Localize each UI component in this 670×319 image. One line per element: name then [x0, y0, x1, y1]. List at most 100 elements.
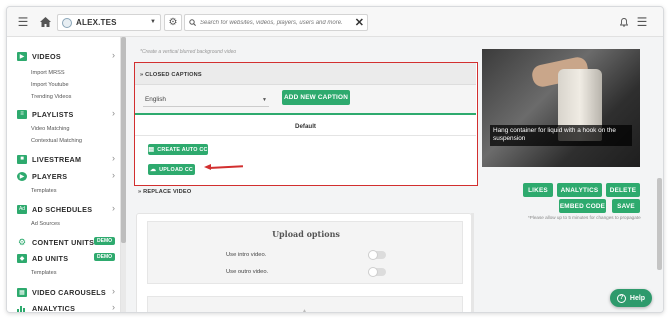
- chevron-right-icon: ›: [112, 153, 115, 163]
- sidebar-item-label: AD SCHEDULES: [32, 204, 93, 214]
- content-scrollbar[interactable]: [471, 213, 474, 312]
- demo-badge: DEMO: [94, 253, 115, 261]
- section-title-text: CLOSED CAPTIONS: [145, 72, 202, 78]
- sidebar-item-ad-units[interactable]: ◆ AD UNITS DEMO: [17, 252, 117, 264]
- save-button[interactable]: SAVE: [612, 199, 640, 213]
- propagation-note: *Please allow up to 5 minutes for change…: [528, 215, 641, 220]
- settings-button[interactable]: ⚙: [164, 14, 182, 31]
- upload-dropzone[interactable]: ▲: [147, 296, 463, 313]
- language-select-value: English: [145, 96, 166, 103]
- search-icon: [189, 19, 196, 26]
- closed-captions-title: » CLOSED CAPTIONS: [140, 72, 202, 78]
- intro-video-label: Use intro video.: [226, 252, 267, 258]
- play-circle-icon: ▶: [17, 171, 27, 181]
- search-box[interactable]: ✕: [184, 14, 368, 31]
- delete-button[interactable]: DELETE: [606, 183, 640, 197]
- sidebar-item-ad-schedules[interactable]: Ad AD SCHEDULES ›: [17, 203, 117, 215]
- sidebar-item-label: LIVESTREAM: [32, 154, 82, 164]
- section-title-text: REPLACE VIDEO: [143, 189, 192, 195]
- replace-video-header[interactable]: » REPLACE VIDEO: [138, 189, 191, 195]
- language-select[interactable]: English ▼: [143, 93, 269, 107]
- carousel-icon: ▦: [17, 287, 27, 297]
- sidebar-item-label: ANALYTICS: [32, 303, 76, 313]
- help-button[interactable]: ? Help: [610, 289, 652, 307]
- caret-up-icon: ▲: [302, 308, 307, 313]
- sidebar-item-label: VIDEO CAROUSELS: [32, 287, 106, 297]
- sidebar-item-livestream[interactable]: ■ LIVESTREAM ›: [17, 153, 117, 165]
- embed-code-button[interactable]: EMBED CODE: [559, 199, 606, 213]
- bar-chart-icon: [17, 304, 27, 312]
- cogs-icon: ⚙: [17, 236, 27, 247]
- gear-icon: ⚙: [168, 17, 178, 28]
- sidebar-item-video-carousels[interactable]: ▦ VIDEO CAROUSELS ›: [17, 286, 117, 298]
- outro-video-toggle[interactable]: [368, 267, 386, 277]
- annotation-arrow-line: [208, 165, 243, 169]
- chevron-right-icon: ›: [112, 50, 115, 60]
- sidebar-subitem-trending-videos[interactable]: Trending Videos: [31, 94, 71, 100]
- cloud-upload-icon: ☁: [149, 167, 157, 173]
- sidebar-item-analytics[interactable]: ANALYTICS ›: [17, 302, 117, 313]
- account-avatar-icon: [62, 17, 72, 28]
- list-icon: ≡: [17, 109, 27, 119]
- caption-language-row: English ▼ ADD NEW CAPTION: [135, 85, 476, 115]
- chevron-right-icon: ›: [112, 170, 115, 180]
- sidebar-subitem-video-matching[interactable]: Video Matching: [31, 126, 69, 132]
- create-auto-cc-button[interactable]: ▤ CREATE AUTO CC: [148, 144, 208, 155]
- page-scrollbar-thumb[interactable]: [657, 178, 662, 270]
- sidebar-item-playlists[interactable]: ≡ PLAYLISTS ›: [17, 108, 117, 120]
- sidebar-subitem-import-mrss[interactable]: Import MRSS: [31, 70, 65, 76]
- chevron-right-icon: ›: [112, 108, 115, 118]
- sidebar-item-label: PLAYERS: [32, 171, 68, 181]
- sidebar-subitem-contextual-matching[interactable]: Contextual Matching: [31, 138, 82, 144]
- chevron-right-icon: ›: [112, 286, 115, 296]
- upload-options-card: Upload options Use intro video. Use outr…: [136, 213, 472, 313]
- sidebar-scrollbar-thumb[interactable]: [121, 37, 126, 243]
- sidebar-item-label: CONTENT UNITS: [32, 237, 95, 247]
- account-name: ALEX.TES: [76, 18, 117, 27]
- question-icon: ?: [616, 293, 626, 303]
- video-icon: ▶: [17, 51, 27, 61]
- sidebar-scrollbar[interactable]: [121, 37, 126, 312]
- toggle-knob: [368, 267, 378, 277]
- upload-options-title: Upload options: [272, 229, 340, 239]
- toggle-knob: [368, 250, 378, 260]
- create-auto-cc-label: CREATE AUTO CC: [157, 146, 208, 153]
- caret-down-icon: ▼: [262, 97, 267, 103]
- hamburger-menu-icon[interactable]: ☰: [634, 14, 650, 30]
- sidebar-subitem-import-youtube[interactable]: Import Youtube: [31, 82, 69, 88]
- top-bar: ☰ ALEX.TES ▼ ⚙ ✕ ☰: [7, 7, 663, 37]
- sidebar-item-videos[interactable]: ▶ VIDEOS ›: [17, 50, 117, 62]
- add-new-caption-button[interactable]: ADD NEW CAPTION: [282, 90, 350, 105]
- intro-video-toggle[interactable]: [368, 250, 386, 260]
- likes-button[interactable]: LIKES: [523, 183, 553, 197]
- blurred-background-hint: *Create a vertical blurred background vi…: [140, 49, 237, 55]
- ad-icon: Ad: [17, 204, 27, 214]
- menu-icon[interactable]: ☰: [15, 14, 31, 30]
- sidebar-item-label: PLAYLISTS: [32, 109, 74, 119]
- sidebar-item-players[interactable]: ▶ PLAYERS ›: [17, 170, 117, 182]
- sidebar-subitem-templates[interactable]: Templates: [31, 270, 57, 276]
- search-input[interactable]: [200, 19, 360, 26]
- sidebar-subitem-ad-sources[interactable]: Ad Sources: [31, 221, 60, 227]
- sidebar-item-label: VIDEOS: [32, 51, 61, 61]
- chevron-right-icon: ›: [112, 203, 115, 213]
- closed-captions-header[interactable]: » CLOSED CAPTIONS: [135, 63, 476, 85]
- camera-icon: ■: [17, 154, 27, 164]
- app-window: ☰ ALEX.TES ▼ ⚙ ✕ ☰ ▶ VIDEOS › Import MRS…: [6, 6, 664, 313]
- upload-cc-button[interactable]: ☁ UPLOAD CC: [148, 164, 195, 175]
- home-icon[interactable]: [37, 14, 53, 30]
- tab-default[interactable]: Default: [135, 117, 476, 136]
- analytics-button[interactable]: ANALYTICS: [557, 183, 602, 197]
- help-label: Help: [629, 294, 646, 302]
- annotation-arrow-head: [204, 164, 211, 170]
- video-preview[interactable]: Hang container for liquid with a hook on…: [482, 49, 640, 167]
- account-selector[interactable]: ALEX.TES ▼: [57, 14, 161, 31]
- cube-icon: ◆: [17, 253, 27, 263]
- sidebar-subitem-templates[interactable]: Templates: [31, 188, 57, 194]
- chevron-down-icon: ▼: [150, 19, 156, 25]
- demo-badge: DEMO: [94, 237, 115, 245]
- bell-icon[interactable]: [616, 14, 632, 30]
- cc-icon: ▤: [148, 147, 155, 153]
- sidebar-item-content-units[interactable]: ⚙ CONTENT UNITS DEMO: [17, 236, 117, 248]
- close-icon[interactable]: ✕: [355, 16, 364, 29]
